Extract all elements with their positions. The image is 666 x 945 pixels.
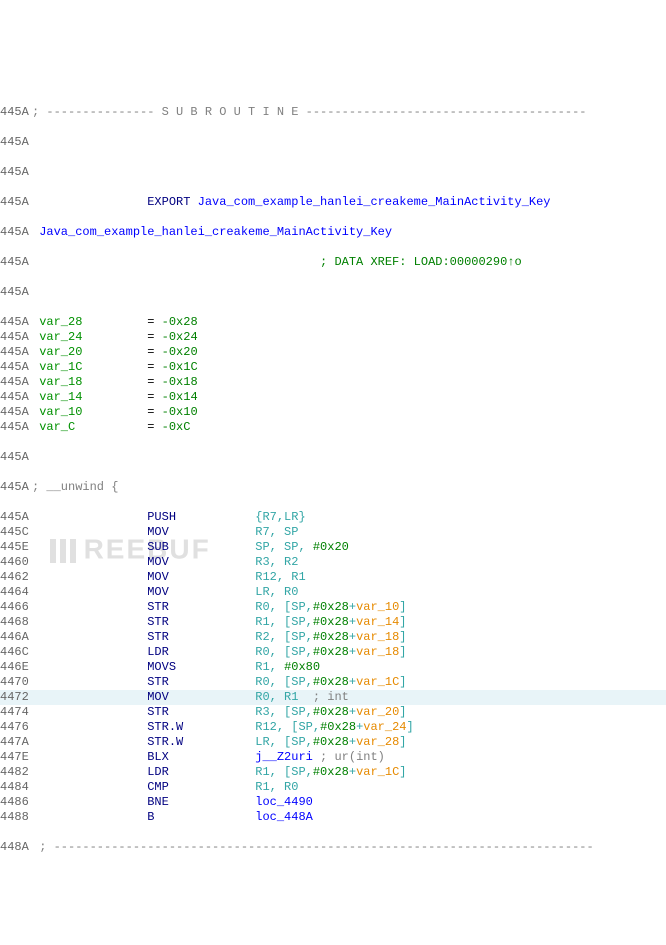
addr: 445E: [0, 540, 32, 555]
addr: 4484: [0, 780, 32, 795]
instruction-line[interactable]: 4476 STR.W R12, [SP,#0x28+var_24]: [0, 720, 666, 735]
addr: 445A: [0, 195, 32, 210]
instruction-line[interactable]: 4470 STR R0, [SP,#0x28+var_1C]: [0, 675, 666, 690]
instruction-line[interactable]: 447E BLX j__Z2uri ; ur(int): [0, 750, 666, 765]
instruction-line[interactable]: 4462 MOV R12, R1: [0, 570, 666, 585]
addr: 4466: [0, 600, 32, 615]
instruction-line[interactable]: 4486 BNE loc_4490: [0, 795, 666, 810]
instruction-line[interactable]: 447A STR.W LR, [SP,#0x28+var_28]: [0, 735, 666, 750]
addr: 4468: [0, 615, 32, 630]
addr: 445A: [0, 360, 32, 375]
addr: 4472: [0, 690, 32, 705]
addr: 445A: [0, 390, 32, 405]
addr: 445A: [0, 105, 32, 120]
addr: 445A: [0, 345, 32, 360]
instruction-line[interactable]: 446E MOVS R1, #0x80: [0, 660, 666, 675]
instruction-line[interactable]: 4482 LDR R1, [SP,#0x28+var_1C]: [0, 765, 666, 780]
addr: 4464: [0, 585, 32, 600]
addr: 446A: [0, 630, 32, 645]
addr: 445A: [0, 255, 32, 270]
var-decl: 445A var_18 = -0x18: [0, 375, 666, 390]
unwind-comment: ; __unwind {: [32, 480, 666, 495]
addr: 447A: [0, 735, 32, 750]
addr: 4488: [0, 810, 32, 825]
instruction-line[interactable]: 4474 STR R3, [SP,#0x28+var_20]: [0, 705, 666, 720]
var-decl: 445A var_24 = -0x24: [0, 330, 666, 345]
addr: 4476: [0, 720, 32, 735]
instruction-line[interactable]: 4472 MOV R0, R1 ; int: [0, 690, 666, 705]
addr: 445C: [0, 525, 32, 540]
addr: 445A: [0, 420, 32, 435]
addr: 445A: [0, 375, 32, 390]
instruction-line[interactable]: 4468 STR R1, [SP,#0x28+var_14]: [0, 615, 666, 630]
addr: 445A: [0, 480, 32, 495]
var-decl: 445A var_14 = -0x14: [0, 390, 666, 405]
instruction-line[interactable]: 4466 STR R0, [SP,#0x28+var_10]: [0, 600, 666, 615]
addr: 445A: [0, 450, 32, 465]
xref-comment: ; DATA XREF: LOAD:00000290↑o: [32, 255, 666, 270]
dash-line: ; --------------------------------------…: [32, 840, 666, 855]
addr: 445A: [0, 285, 32, 300]
addr: 448A: [0, 840, 32, 855]
disassembly-view[interactable]: 445A; --------------- S U B R O U T I N …: [0, 90, 666, 870]
addr: 446E: [0, 660, 32, 675]
var-decl: 445A var_1C = -0x1C: [0, 360, 666, 375]
var-decl: 445A var_10 = -0x10: [0, 405, 666, 420]
instruction-line[interactable]: 445E SUB SP, SP, #0x20: [0, 540, 666, 555]
var-decl: 445A var_20 = -0x20: [0, 345, 666, 360]
addr: 445A: [0, 135, 32, 150]
addr: 446C: [0, 645, 32, 660]
addr: 4486: [0, 795, 32, 810]
addr: 445A: [0, 405, 32, 420]
instruction-line[interactable]: 4488 B loc_448A: [0, 810, 666, 825]
addr: 447E: [0, 750, 32, 765]
var-decl: 445A var_C = -0xC: [0, 420, 666, 435]
instruction-line[interactable]: 446A STR R2, [SP,#0x28+var_18]: [0, 630, 666, 645]
instruction-line[interactable]: 446C LDR R0, [SP,#0x28+var_18]: [0, 645, 666, 660]
instruction-line[interactable]: 4460 MOV R3, R2: [0, 555, 666, 570]
addr: 4460: [0, 555, 32, 570]
instruction-line[interactable]: 4484 CMP R1, R0: [0, 780, 666, 795]
addr: 4474: [0, 705, 32, 720]
banner: ; --------------- S U B R O U T I N E --…: [32, 105, 666, 120]
addr: 4482: [0, 765, 32, 780]
addr: 4462: [0, 570, 32, 585]
label-line: Java_com_example_hanlei_creakeme_MainAct…: [32, 225, 666, 240]
addr: 4470: [0, 675, 32, 690]
instruction-line[interactable]: 445C MOV R7, SP: [0, 525, 666, 540]
instruction-line[interactable]: 445A PUSH {R7,LR}: [0, 510, 666, 525]
addr: 445A: [0, 315, 32, 330]
export-line: EXPORT Java_com_example_hanlei_creakeme_…: [32, 195, 666, 210]
instruction-line[interactable]: 4464 MOV LR, R0: [0, 585, 666, 600]
addr: 445A: [0, 510, 32, 525]
addr: 445A: [0, 165, 32, 180]
addr: 445A: [0, 330, 32, 345]
addr: 445A: [0, 225, 32, 240]
var-decl: 445A var_28 = -0x28: [0, 315, 666, 330]
